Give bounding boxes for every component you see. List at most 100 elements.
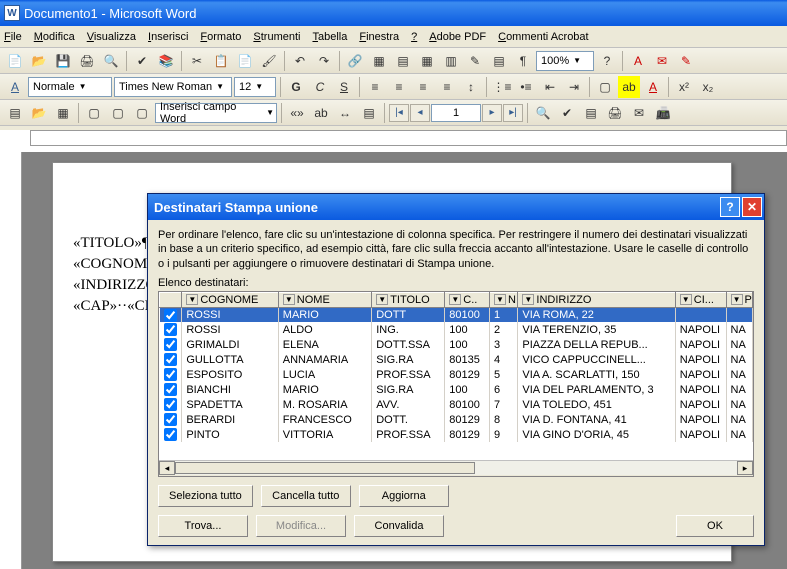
insert-word-field-combo[interactable]: Inserisci campo Word▼ xyxy=(155,103,277,123)
vertical-ruler[interactable] xyxy=(0,152,22,569)
line-spacing-button[interactable]: ↕ xyxy=(460,76,482,98)
row-checkbox[interactable] xyxy=(164,368,177,381)
mm-merge-fax-button[interactable]: 📠 xyxy=(652,102,674,124)
superscript-button[interactable]: x² xyxy=(673,76,695,98)
tables-button[interactable]: ▦ xyxy=(368,50,390,72)
dialog-close-button[interactable]: ✕ xyxy=(742,197,762,217)
column-header[interactable]: ▼TITOLO xyxy=(372,292,445,307)
pdf-review-button[interactable]: ✎ xyxy=(675,50,697,72)
align-center-button[interactable]: ≡ xyxy=(388,76,410,98)
show-marks-button[interactable]: ¶ xyxy=(512,50,534,72)
fontsize-combo[interactable]: 12▼ xyxy=(234,77,276,97)
docmap-button[interactable]: ▤ xyxy=(488,50,510,72)
next-record-button[interactable]: ▸ xyxy=(482,104,502,122)
column-header[interactable]: ▼CI...(Tutto)NAPOLIROMA(Vuote)(NonVuote)… xyxy=(675,292,726,307)
research-button[interactable]: 📚 xyxy=(155,50,177,72)
italic-button[interactable]: C xyxy=(309,76,331,98)
table-row[interactable]: SPADETTAM. ROSARIAAVV.801007VIA TOLEDO, … xyxy=(160,397,753,412)
indent-button[interactable]: ⇥ xyxy=(563,76,585,98)
column-header[interactable]: ▼INDIRIZZO xyxy=(518,292,675,307)
mm-insert-block-button[interactable]: ▢ xyxy=(83,102,105,124)
pdf-mail-button[interactable]: ✉ xyxy=(651,50,673,72)
redo-button[interactable]: ↷ xyxy=(313,50,335,72)
copy-button[interactable]: 📋 xyxy=(210,50,232,72)
ok-button[interactable]: OK xyxy=(676,515,754,537)
menu-tabella[interactable]: Tabella xyxy=(312,31,347,43)
menu-adobe-pdf[interactable]: Adobe PDF xyxy=(429,31,486,43)
row-checkbox[interactable] xyxy=(164,398,177,411)
table-row[interactable]: GRIMALDIELENADOTT.SSA1003PIAZZA DELLA RE… xyxy=(160,337,753,352)
mm-setup-button[interactable]: ▤ xyxy=(4,102,26,124)
mm-merge-print-button[interactable]: 🖨 xyxy=(604,102,626,124)
mm-insert-field-button[interactable]: ▢ xyxy=(131,102,153,124)
numbering-button[interactable]: ⋮≡ xyxy=(491,76,513,98)
help-button[interactable]: ? xyxy=(596,50,618,72)
menu-visualizza[interactable]: Visualizza xyxy=(87,31,136,43)
menu-bar[interactable]: File Modifica Visualizza Inserisci Formato St… xyxy=(0,26,787,48)
record-number-input[interactable] xyxy=(431,104,481,122)
menu-strumenti[interactable]: Strumenti xyxy=(253,31,300,43)
table-row[interactable]: BIANCHIMARIOSIG.RA1006VIA DEL PARLAMENTO… xyxy=(160,382,753,397)
table-row[interactable]: ROSSIMARIODOTT801001VIA ROMA, 22 xyxy=(160,307,753,322)
new-doc-button[interactable]: 📄 xyxy=(4,50,26,72)
menu-file[interactable]: File xyxy=(4,31,22,43)
table-row[interactable]: ESPOSITOLUCIAPROF.SSA801295VIA A. SCARLA… xyxy=(160,367,753,382)
menu-formato[interactable]: Formato xyxy=(200,31,241,43)
first-record-button[interactable]: |◂ xyxy=(389,104,409,122)
spelling-button[interactable]: ✔ xyxy=(131,50,153,72)
cut-button[interactable]: ✂ xyxy=(186,50,208,72)
align-right-button[interactable]: ≡ xyxy=(412,76,434,98)
hyperlink-button[interactable]: 🔗 xyxy=(344,50,366,72)
menu-inserisci[interactable]: Inserisci xyxy=(148,31,188,43)
justify-button[interactable]: ≡ xyxy=(436,76,458,98)
mm-recipients-button[interactable]: ▦ xyxy=(52,102,74,124)
select-all-button[interactable]: Seleziona tutto xyxy=(158,485,253,507)
menu-modifica[interactable]: Modifica xyxy=(34,31,75,43)
column-header[interactable]: ▼NOME xyxy=(278,292,371,307)
table-row[interactable]: GULLOTTAANNAMARIASIG.RA801354VICO CAPPUC… xyxy=(160,352,753,367)
format-painter-button[interactable]: 🖌 xyxy=(258,50,280,72)
row-checkbox[interactable] xyxy=(164,413,177,426)
borders-button[interactable]: ▢ xyxy=(594,76,616,98)
mm-labels-button[interactable]: ▤ xyxy=(358,102,380,124)
find-button[interactable]: Trova... xyxy=(158,515,248,537)
highlight-button[interactable]: ab xyxy=(618,76,640,98)
refresh-button[interactable]: Aggiorna xyxy=(359,485,449,507)
row-checkbox[interactable] xyxy=(164,353,177,366)
table-row[interactable]: ROSSIALDOING.1002VIA TERENZIO, 35NAPOLIN… xyxy=(160,322,753,337)
mm-highlight-fields-button[interactable]: ab xyxy=(310,102,332,124)
prev-record-button[interactable]: ◂ xyxy=(410,104,430,122)
mm-merge-email-button[interactable]: ✉ xyxy=(628,102,650,124)
row-checkbox[interactable] xyxy=(164,323,177,336)
insert-table-button[interactable]: ▤ xyxy=(392,50,414,72)
menu-?[interactable]: ? xyxy=(411,31,417,43)
table-row[interactable]: BERARDIFRANCESCODOTT.801298VIA D. FONTAN… xyxy=(160,412,753,427)
bullets-button[interactable]: •≡ xyxy=(515,76,537,98)
row-checkbox[interactable] xyxy=(164,309,177,322)
mm-match-fields-button[interactable]: ↔ xyxy=(334,102,356,124)
save-button[interactable]: 💾 xyxy=(52,50,74,72)
table-row[interactable]: PINTOVITTORIAPROF.SSA801299VIA GINO D'OR… xyxy=(160,427,753,442)
horizontal-ruler[interactable] xyxy=(30,130,787,146)
excel-button[interactable]: ▦ xyxy=(416,50,438,72)
mm-insert-greeting-button[interactable]: ▢ xyxy=(107,102,129,124)
scroll-left-button[interactable]: ◂ xyxy=(159,461,175,475)
mm-merge-newdoc-button[interactable]: ▤ xyxy=(580,102,602,124)
column-header[interactable]: ▼P xyxy=(726,292,752,307)
column-header[interactable]: ▼N xyxy=(489,292,517,307)
bold-button[interactable]: G xyxy=(285,76,307,98)
underline-button[interactable]: S xyxy=(333,76,355,98)
subscript-button[interactable]: x₂ xyxy=(697,76,719,98)
zoom-combo[interactable]: 100%▼ xyxy=(536,51,594,71)
last-record-button[interactable]: ▸| xyxy=(503,104,523,122)
pdf-button[interactable]: A xyxy=(627,50,649,72)
validate-button[interactable]: Convalida xyxy=(354,515,444,537)
recipients-grid[interactable]: ▼COGNOME▼NOME▼TITOLO▼C..▼N▼INDIRIZZO▼CI.… xyxy=(159,292,753,443)
mm-view-data-button[interactable]: «» xyxy=(286,102,308,124)
scroll-right-button[interactable]: ▸ xyxy=(737,461,753,475)
row-checkbox[interactable] xyxy=(164,338,177,351)
mm-find-button[interactable]: 🔍 xyxy=(532,102,554,124)
menu-commenti-acrobat[interactable]: Commenti Acrobat xyxy=(498,31,589,43)
print-button[interactable]: 🖨 xyxy=(76,50,98,72)
menu-finestra[interactable]: Finestra xyxy=(359,31,399,43)
